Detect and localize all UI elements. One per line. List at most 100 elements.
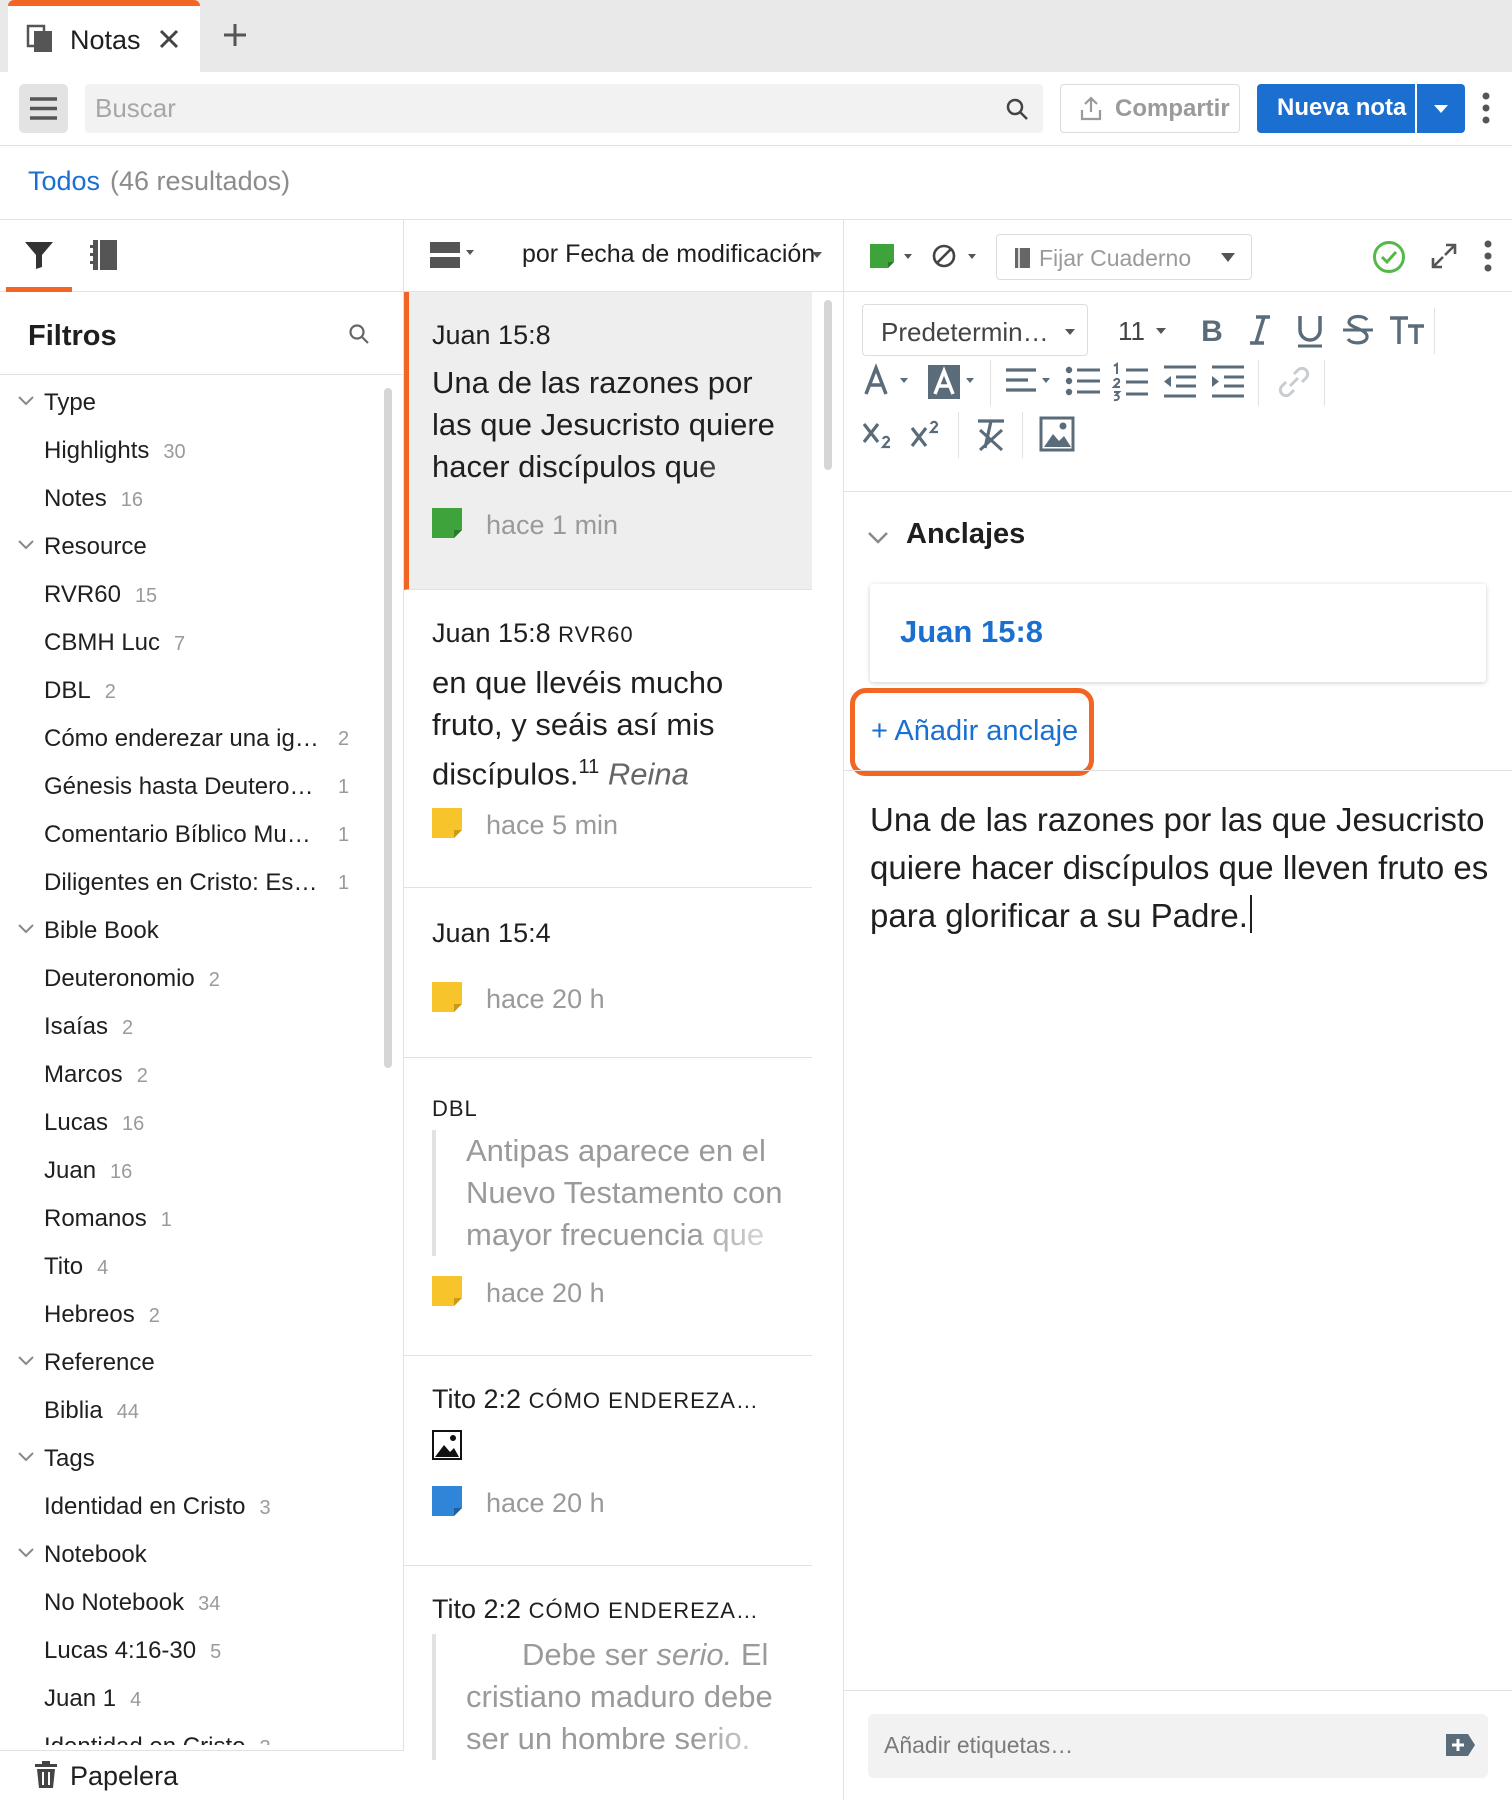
filter-item[interactable]: Diligentes en Cristo: Est… 1 — [0, 860, 385, 908]
note-card[interactable]: DBL Antipas aparece en el Nuevo Testamen… — [404, 1058, 812, 1356]
add-tag-icon[interactable] — [1444, 1732, 1476, 1758]
font-family-select[interactable]: Predetermin… — [862, 304, 1088, 356]
filter-item-count: 15 — [134, 585, 158, 607]
filter-group-resource[interactable]: Resource — [0, 524, 385, 572]
tab-notas[interactable]: Notas — [8, 0, 200, 72]
font-color-button[interactable] — [858, 360, 918, 404]
notebook-icon[interactable] — [90, 238, 120, 272]
new-note-button[interactable]: Nueva nota — [1257, 84, 1415, 133]
filter-item[interactable]: CBMH Luc 7 — [0, 620, 385, 668]
anchors-collapse-icon[interactable] — [868, 532, 888, 544]
expand-icon[interactable] — [1430, 242, 1458, 270]
no-style-icon[interactable] — [932, 242, 980, 270]
anchor-card[interactable]: Juan 15:8 — [870, 584, 1486, 682]
filter-item-count: 1 — [338, 824, 350, 846]
filter-item-label: Génesis hasta Deutero… — [44, 773, 314, 800]
indent-button[interactable] — [1206, 360, 1250, 404]
link-button[interactable] — [1272, 360, 1316, 404]
filter-item-label: Identidad en Cristo — [44, 1493, 246, 1520]
insert-image-button[interactable] — [1036, 412, 1080, 456]
highlight-color-button[interactable] — [924, 360, 984, 404]
filter-item[interactable]: Biblia 44 — [0, 1388, 385, 1436]
chevron-down-icon — [18, 1452, 34, 1462]
search-input[interactable] — [95, 92, 975, 124]
filter-item[interactable]: Identidad en Cristo 3 — [0, 1484, 385, 1532]
align-button[interactable] — [1002, 360, 1056, 404]
filter-item[interactable]: Juan 16 — [0, 1148, 385, 1196]
strikethrough-button[interactable] — [1336, 308, 1380, 352]
text-size-button[interactable] — [1386, 308, 1430, 352]
verse-number: 11 — [578, 756, 600, 778]
filter-item[interactable]: Highlights 30 — [0, 428, 385, 476]
note-color-picker[interactable] — [870, 242, 914, 270]
filter-item[interactable]: Cómo enderezar una ig… 2 — [0, 716, 385, 764]
filter-item[interactable]: Romanos 1 — [0, 1196, 385, 1244]
trash-button[interactable]: Papelera — [0, 1750, 404, 1800]
notes-list-scrollbar[interactable] — [824, 300, 832, 470]
filters-scrollbar[interactable] — [384, 388, 392, 1068]
menu-button[interactable] — [19, 84, 68, 133]
filter-item[interactable]: RVR60 15 — [0, 572, 385, 620]
filter-item[interactable]: Lucas 16 — [0, 1100, 385, 1148]
bold-button[interactable]: B — [1190, 308, 1234, 352]
filter-item[interactable]: Isaías 2 — [0, 1004, 385, 1052]
note-card[interactable]: Juan 15:8 Una de las razones por las que… — [404, 292, 812, 590]
tags-input[interactable] — [884, 1728, 1424, 1762]
filter-item[interactable]: Génesis hasta Deutero… 1 — [0, 764, 385, 812]
filter-item[interactable]: DBL 2 — [0, 668, 385, 716]
tab-filters[interactable] — [6, 220, 72, 292]
view-mode-icon[interactable] — [430, 242, 476, 270]
italic-button[interactable] — [1238, 308, 1282, 352]
subscript-button[interactable] — [858, 412, 902, 456]
filter-item[interactable]: Lucas 4:16-30 5 — [0, 1628, 385, 1676]
note-editor[interactable]: Una de las razones por las que Jesucrist… — [870, 796, 1495, 940]
filter-group-tags[interactable]: Tags — [0, 1436, 385, 1484]
bullet-list-button[interactable] — [1062, 360, 1106, 404]
filter-item[interactable]: Deuteronomio 2 — [0, 956, 385, 1004]
filter-item[interactable]: Comentario Bíblico Mu… 1 — [0, 812, 385, 860]
outdent-button[interactable] — [1158, 360, 1202, 404]
filter-group-label: Notebook — [44, 1541, 147, 1568]
filter-group-type[interactable]: Type — [0, 380, 385, 428]
pin-notebook-select[interactable]: Fijar Cuaderno — [996, 234, 1252, 280]
note-card[interactable]: Juan 15:4 hace 20 h — [404, 888, 812, 1058]
underline-button[interactable] — [1288, 308, 1332, 352]
filter-item-label: No Notebook — [44, 1589, 185, 1616]
filter-item[interactable]: Tito 4 — [0, 1244, 385, 1292]
filter-group-bible-book[interactable]: Bible Book — [0, 908, 385, 956]
filter-item[interactable]: Hebreos 2 — [0, 1292, 385, 1340]
filter-item[interactable]: No Notebook 34 — [0, 1580, 385, 1628]
filter-item[interactable]: Juan 1 4 — [0, 1676, 385, 1724]
note-card[interactable]: Tito 2:2 CÓMO ENDEREZA… Debe ser serio. … — [404, 1566, 812, 1800]
note-title: Tito 2:2 CÓMO ENDEREZA… — [432, 1384, 759, 1415]
font-size-label: 11 — [1118, 316, 1145, 346]
toolbar-divider — [1258, 360, 1259, 406]
new-note-dropdown[interactable] — [1417, 84, 1465, 133]
filter-item[interactable]: Marcos 2 — [0, 1052, 385, 1100]
filter-group-reference[interactable]: Reference — [0, 1340, 385, 1388]
share-button[interactable]: Compartir — [1060, 84, 1240, 133]
filter-item-label: Juan — [44, 1157, 97, 1184]
filters-search-icon[interactable] — [348, 323, 370, 345]
font-size-select[interactable]: 11 — [1112, 304, 1182, 356]
filter-item[interactable]: Identidad en Cristo 3 — [0, 1724, 385, 1745]
add-anchor-button[interactable]: + Añadir anclaje — [850, 688, 1094, 776]
note-card[interactable]: Juan 15:8 RVR60 en que llevéis mucho fru… — [404, 590, 812, 888]
plus-icon[interactable] — [222, 22, 248, 48]
sort-selector[interactable]: por Fecha de modificación — [522, 240, 815, 269]
note-card[interactable]: Tito 2:2 CÓMO ENDEREZA… hace 20 h — [404, 1356, 812, 1566]
superscript-button[interactable] — [906, 412, 950, 456]
filter-group-notebook[interactable]: Notebook — [0, 1532, 385, 1580]
note-reference: Tito 2:2 — [432, 1384, 522, 1414]
more-vertical-icon[interactable] — [1482, 92, 1490, 124]
more-vertical-icon[interactable] — [1484, 240, 1492, 272]
filter-item-count: 2 — [136, 1065, 148, 1087]
filter-item[interactable]: Notes 16 — [0, 476, 385, 524]
numbered-list-button[interactable] — [1110, 360, 1154, 404]
clear-format-button[interactable] — [970, 412, 1014, 456]
anchor-reference-link[interactable]: Juan 15:8 — [900, 614, 1043, 650]
note-editor-text: Una de las razones por las que Jesucrist… — [870, 801, 1489, 934]
results-all-link[interactable]: Todos — [28, 166, 100, 197]
close-icon[interactable] — [158, 28, 180, 50]
search-icon[interactable] — [1005, 97, 1029, 121]
